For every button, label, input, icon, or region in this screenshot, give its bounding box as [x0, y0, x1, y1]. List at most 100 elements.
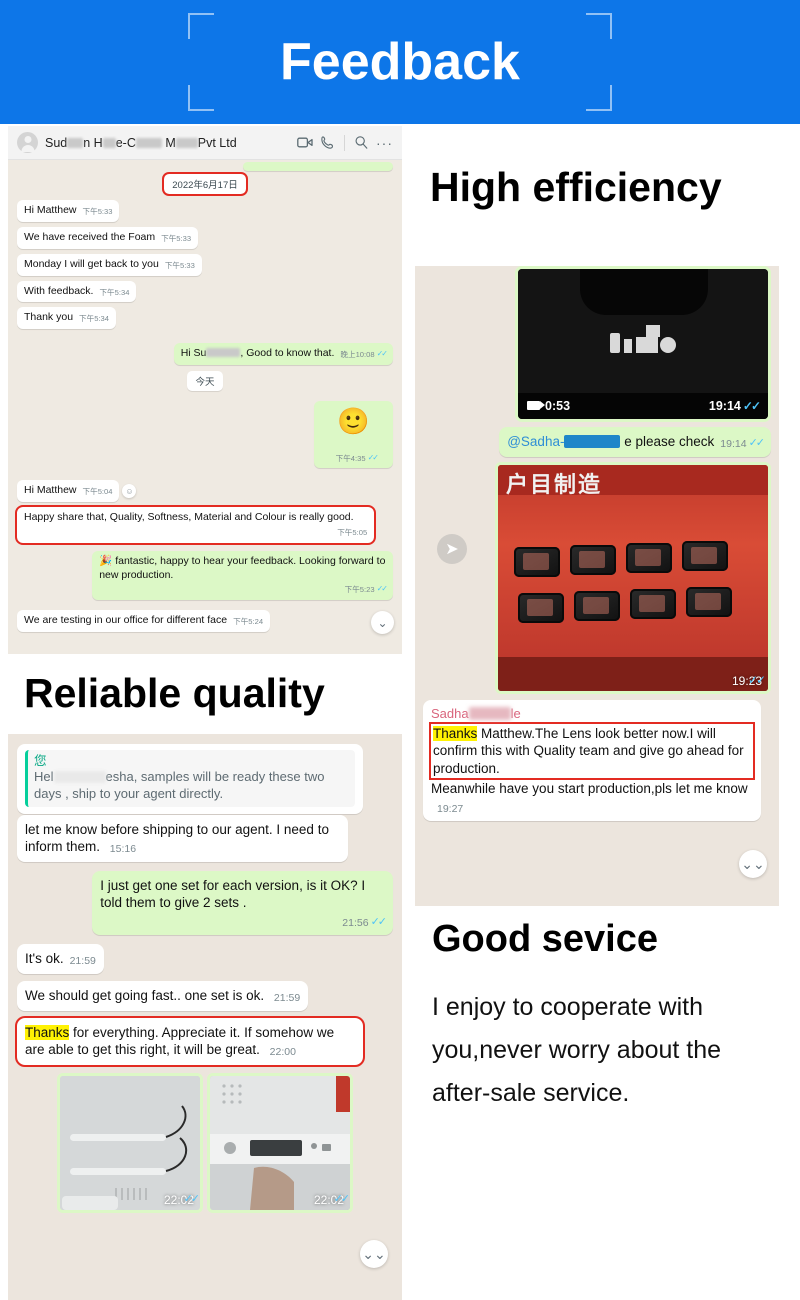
search-icon[interactable]	[354, 135, 369, 150]
heading-high-efficiency: High efficiency	[430, 164, 722, 210]
message-time: 下午5:33	[161, 233, 192, 243]
read-receipt-icon: ✓✓	[376, 584, 388, 594]
reaction-icon[interactable]: ☺	[122, 484, 137, 499]
divider	[344, 134, 345, 151]
chat-message[interactable]: Hi Su , Good to know that. 晚上10:08 ✓✓	[8, 343, 402, 366]
chat-message[interactable]: Thank you 下午5:34	[8, 307, 402, 330]
heading-good-service: Good sevice	[432, 918, 658, 960]
read-receipt-icon: ✓✓	[742, 399, 761, 413]
chat-message[interactable]: We are testing in our office for differe…	[8, 610, 402, 633]
message-time: 22:00	[269, 1046, 296, 1059]
message-time: 下午5:33	[164, 260, 195, 270]
today-chip-label: 今天	[187, 371, 223, 392]
message-time: 21:59	[69, 955, 96, 968]
chat-message[interactable]: It's ok. 21:59	[8, 944, 402, 975]
voice-call-icon[interactable]	[320, 135, 335, 150]
message-text: It's ok.	[25, 951, 64, 967]
sender-name-part: le	[510, 705, 521, 721]
message-text: let me know before shipping to our agent…	[25, 821, 329, 855]
chat-message-emoji[interactable]: 🙂 下午4:35 ✓✓	[8, 401, 402, 469]
chat-message[interactable]: With feedback. 下午5:34	[8, 280, 402, 303]
read-receipt-icon: ✓✓	[370, 915, 388, 928]
message-time: 下午4:35	[335, 454, 366, 464]
chat-message[interactable]: We have received the Foam 下午5:33	[8, 226, 402, 249]
corner-bracket-top-right	[586, 13, 612, 39]
contact-name: Sud n H e-C M Pvt Ltd	[45, 136, 290, 150]
message-text: Matthew.The Lens look better now.I will …	[433, 725, 744, 776]
sender-name-part: Sadha	[431, 705, 469, 721]
chat-message[interactable]: @Sadha- e please check 19:14 ✓✓	[415, 427, 779, 457]
message-text: We should get going fast.. one set is ok…	[25, 988, 265, 1004]
scroll-to-bottom-button[interactable]: ⌄⌄	[360, 1240, 388, 1268]
photo-attachment[interactable]: 22:02 ✓✓	[207, 1072, 353, 1213]
content-area: Sud n He-C M Pvt Ltd ··· 2022年6月17日 Hi M…	[0, 124, 800, 1300]
banner-title: Feedback	[280, 33, 520, 91]
message-highlight: Thanks	[25, 1024, 70, 1040]
read-receipt-icon: ✓✓	[367, 453, 379, 463]
photo-attachment[interactable]: 户目制造 19:23 ✓✓	[495, 461, 771, 694]
message-text-rest: Meanwhile have you start production,pls …	[431, 780, 753, 816]
message-text: With feedback.	[24, 284, 94, 297]
message-time: 19:27	[437, 802, 464, 815]
chat-message[interactable]: Happy share that, Quality, Softness, Mat…	[8, 505, 402, 545]
message-time: 下午5:05	[337, 527, 368, 537]
scroll-to-bottom-button[interactable]: ⌄	[371, 611, 394, 634]
highlighted-text-block: Thanks Matthew.The Lens look better now.…	[429, 721, 755, 781]
whatsapp-mobile-chat-left: 您 Hel esha, samples will be ready these t…	[8, 734, 402, 1300]
message-text: e please check	[620, 434, 715, 449]
whatsapp-desktop-chat: Sud n He-C M Pvt Ltd ··· 2022年6月17日 Hi M…	[8, 126, 402, 654]
forward-icon[interactable]: ➤	[437, 533, 467, 564]
sender-name: Sadha le	[431, 706, 753, 723]
video-attachment[interactable]: 0:53 19:14 ✓✓	[515, 266, 771, 422]
redaction-block	[53, 771, 106, 784]
chat-message-quoted[interactable]: 您 Hel esha, samples will be ready these t…	[8, 744, 402, 814]
chat-message[interactable]: 🎉 fantastic, happy to hear your feedback…	[8, 550, 402, 601]
message-time: 21:59	[273, 992, 301, 1005]
read-receipt-icon: ✓✓	[333, 1192, 350, 1205]
quoted-sender: 您	[34, 754, 47, 768]
redaction-block	[135, 137, 162, 148]
chat-message[interactable]: let me know before shipping to our agent…	[8, 814, 402, 862]
chat-message[interactable]: Sadha le Thanks Matthew.The Lens look bet…	[415, 699, 779, 822]
message-text: Hi Su	[180, 347, 207, 360]
chat-message-photo[interactable]: ➤ 户目制造 19:23 ✓✓	[415, 461, 779, 694]
video-call-icon[interactable]	[297, 136, 313, 149]
photo-attachment[interactable]: 22:02 ✓✓	[57, 1072, 203, 1213]
more-options-icon[interactable]: ···	[376, 135, 393, 151]
chat-message[interactable]: Hi Matthew 下午5:33	[8, 200, 402, 222]
video-time: 19:14 ✓✓	[708, 399, 761, 413]
chat-message[interactable]: Hi Matthew 下午5:04 ☺	[8, 480, 402, 503]
chat-message[interactable]: Thanks for everything. Appreciate it. If…	[8, 1015, 402, 1067]
scroll-to-bottom-button[interactable]: ⌄⌄	[739, 850, 767, 878]
corner-bracket-bottom-left	[188, 85, 214, 111]
chat-message[interactable]: We should get going fast.. one set is ok…	[8, 981, 402, 1011]
message-text: Hi Matthew	[24, 484, 77, 497]
message-time: 下午5:04	[82, 487, 113, 497]
message-text: 🎉 fantastic, happy to hear your feedback…	[99, 554, 386, 581]
message-text: We have received the Foam	[24, 230, 156, 243]
heading-reliable-quality: Reliable quality	[24, 670, 325, 716]
message-time: 下午5:34	[79, 314, 109, 324]
redaction-block	[468, 706, 511, 720]
contact-name-part: n H	[83, 135, 103, 150]
message-text: Thank you	[24, 311, 74, 324]
message-text: Hi Matthew	[24, 204, 77, 216]
chat-message[interactable]: Monday I will get back to you 下午5:33	[8, 253, 402, 276]
quoted-text: Hel esha, samples will be ready these two…	[34, 769, 349, 802]
redaction-block	[67, 137, 84, 148]
message-time: 下午5:24	[233, 617, 264, 627]
redaction-block	[102, 137, 116, 148]
contact-name-part: Pvt Ltd	[197, 135, 237, 150]
partial-message-top	[8, 162, 402, 171]
contact-name-part: e-C	[115, 135, 136, 150]
message-text: , Good to know that.	[240, 347, 335, 360]
whatsapp-mobile-chat-right: 0:53 19:14 ✓✓ @Sadha- e please check 19:14…	[415, 266, 779, 906]
quoted-message: 您 Hel esha, samples will be ready these t…	[25, 750, 355, 807]
avatar	[17, 132, 38, 153]
message-text: Meanwhile have you start production,pls …	[431, 781, 748, 797]
chat-message[interactable]: I just get one set for each version, is …	[8, 870, 402, 936]
message-time: 下午5:23	[344, 585, 375, 595]
chat-message-video[interactable]: 0:53 19:14 ✓✓	[415, 266, 779, 422]
camera-icon	[527, 401, 545, 410]
quoted-text-part: Hel	[34, 769, 54, 785]
